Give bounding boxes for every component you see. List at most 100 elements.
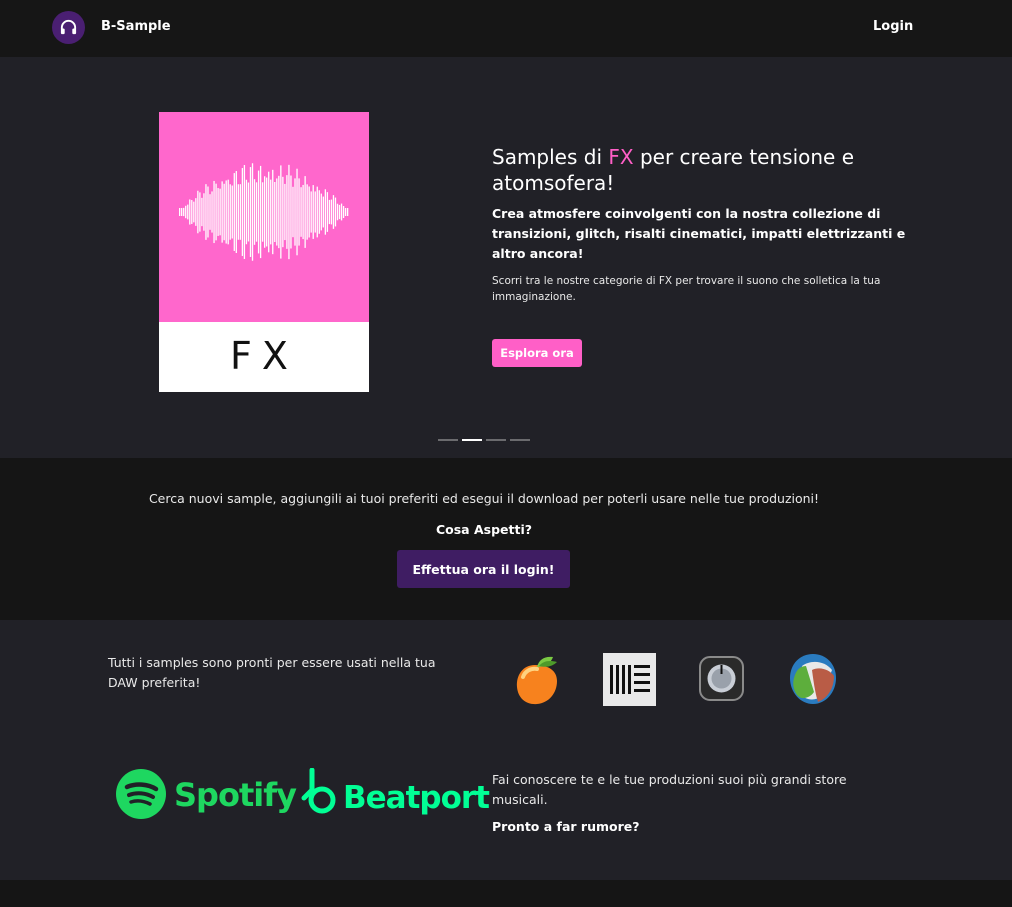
carousel-dot-4[interactable] [510,439,530,441]
hero-carousel: FX Samples di FX per creare tensione e a… [0,57,1012,458]
waveform-bar [284,183,286,241]
waveform-bar [308,186,310,238]
footer [0,880,1012,907]
waveform-bar [332,195,335,229]
cta-text: Cerca nuovi sample, aggiungili ai tuoi p… [148,491,820,506]
waveform-bar [249,167,252,257]
waveform-bar [181,208,183,216]
features-section: Tutti i samples sono pronti per essere u… [0,620,1012,880]
waveform-bar [201,197,203,227]
waveform-bar [330,199,333,225]
waveform-bar [251,163,254,261]
waveform-bar [225,180,227,244]
waveform-bar [326,192,329,232]
reaper-icon [790,654,836,704]
hero-title: Samples di FX per creare tensione e atom… [492,144,892,196]
carousel-dot-3[interactable] [486,439,506,441]
waveform-bar [207,186,209,238]
waveform-bar [276,178,278,246]
waveform-bar [296,168,298,256]
waveform-bar [253,179,256,245]
waveform-bar [300,187,302,237]
waveform-bar [320,193,322,231]
waveform-bar [328,199,331,225]
carousel-dot-1[interactable] [438,439,458,441]
waveform-bar [288,164,290,260]
explore-button[interactable]: Esplora ora [492,339,582,367]
waveform-bar [191,200,193,224]
title-accent: FX [608,145,634,169]
logic-pro-icon [699,656,744,701]
cover-artwork [159,112,369,322]
fl-studio-icon [516,656,557,705]
waveform-bar [334,197,337,227]
waveform-bar [316,186,318,238]
waveform-bar [215,183,217,241]
waveform-bar [209,194,211,230]
waveform-bar [237,184,239,240]
cta-question: Cosa Aspetti? [435,522,532,537]
waveform-bar [342,206,345,219]
waveform-bar [193,201,195,223]
waveform-bar [223,183,225,241]
waveform-bar [318,190,320,234]
waveform-bar [183,207,185,217]
login-now-button[interactable]: Effettua ora il login! [397,550,570,588]
waveform-bar [324,189,327,235]
waveform-bar [221,181,223,243]
hero-lead: Crea atmosfere coinvolgenti con la nostr… [492,206,906,261]
waveform-bar [312,185,314,239]
waveform-bar [203,193,205,231]
waveform-bar [179,208,181,216]
waveform-bar [344,208,347,216]
waveform-bar [340,203,343,221]
waveform-bar [266,177,268,247]
waveform-bar [336,203,339,221]
waveform-bar [310,191,312,233]
waveform-bar [185,205,187,219]
waveform-bar [261,182,264,242]
waveform-bar [286,175,288,249]
store-text: Fai conoscere te e le tue produzioni suo… [492,772,847,807]
waveform-bar [322,196,324,228]
waveform-bar [280,165,282,259]
waveform-bar [211,191,213,233]
top-navbar: B-Sample Login [0,0,1012,57]
login-link[interactable]: Login [873,19,913,34]
waveform-bar [298,178,300,246]
title-prefix: Samples di [492,145,609,169]
waveform-bar [195,198,197,226]
waveform-bar [282,176,284,248]
waveform-bar [314,191,316,233]
waveform-bar [235,171,237,253]
waveform-bar [245,179,248,245]
waveform-bar [187,204,189,220]
beatport-wordmark: Beatport [343,780,490,816]
waveform-bar [189,199,191,225]
waveform-bar [227,179,229,245]
waveform-bar [259,165,262,259]
waveform-bar [257,170,260,254]
store-question: Pronto a far rumore? [492,819,640,834]
carousel-dot-2[interactable] [462,439,482,441]
waveform-bar [199,192,201,232]
waveform-bar [217,188,219,236]
brand-name[interactable]: B-Sample [101,19,171,34]
waveform-bar [290,175,292,249]
waveform-bar [213,180,215,244]
waveform-bar [255,182,258,242]
ableton-live-icon [603,653,656,706]
waveform-bar [219,188,221,236]
beatport-icon [301,768,336,814]
waveform-bar [239,184,242,240]
waveform-bar [205,184,207,240]
logo[interactable] [52,11,85,44]
waveform-bar [268,171,270,253]
waveform-bar [346,208,349,216]
waveform-bar [264,176,266,248]
waveform-bar [197,190,199,234]
waveform-bar [272,169,274,255]
waveform-bar [233,173,235,251]
fx-cover-art: FX [159,112,369,392]
cover-label: FX [230,334,298,378]
